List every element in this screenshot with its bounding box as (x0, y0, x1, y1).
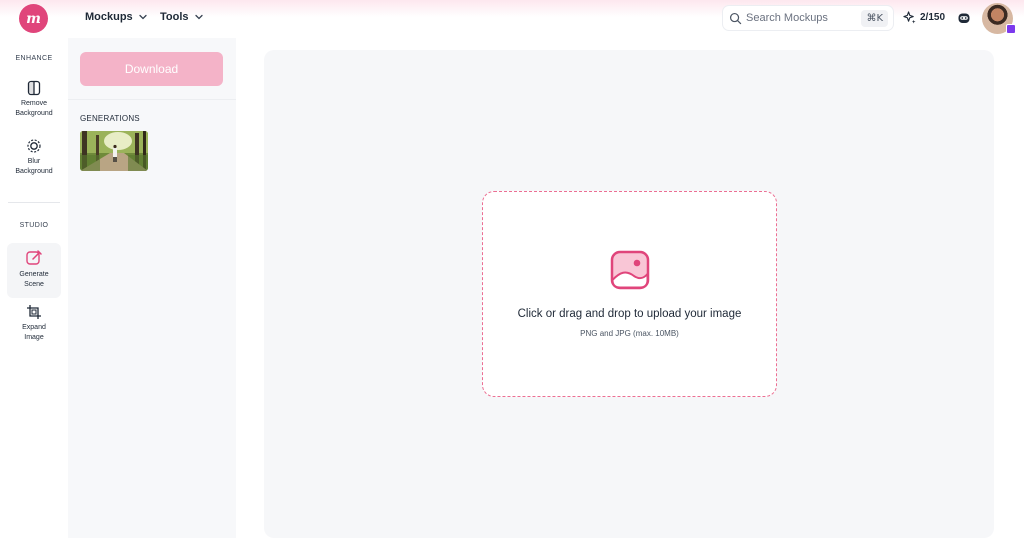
split-square-icon (27, 80, 41, 96)
generation-thumbnail[interactable] (80, 131, 148, 171)
search-input[interactable] (746, 12, 861, 24)
nav-mockups-menu[interactable]: Mockups (85, 11, 148, 23)
blur-circle-icon (27, 139, 41, 153)
crop-expand-icon (27, 305, 41, 319)
download-button[interactable]: Download (80, 52, 223, 86)
nav-tools-menu[interactable]: Tools (160, 11, 204, 23)
credits-counter[interactable]: 2/150 (903, 11, 945, 24)
park-scene-image (80, 131, 148, 171)
section-studio: STUDIO (19, 222, 49, 229)
rail-divider (8, 202, 60, 203)
chevron-down-icon (139, 14, 147, 20)
rail-item-label: Background (15, 110, 53, 117)
nav-mockups-label: Mockups (85, 11, 133, 23)
search-box[interactable]: ⌘K (722, 5, 894, 31)
rail-item-label: Scene (24, 281, 44, 288)
rail-item-label: Background (15, 168, 53, 175)
search-shortcut: ⌘K (861, 10, 888, 27)
robot-icon[interactable] (957, 11, 971, 25)
rail-item-remove-background[interactable]: Remove Background (7, 80, 61, 126)
top-bar: m Mockups Tools ⌘K 2/150 (0, 0, 1024, 38)
plan-badge (1006, 24, 1016, 34)
tools-rail: ENHANCE Remove Background Blur Backgroun… (0, 38, 68, 538)
image-upload-icon (610, 250, 650, 290)
upload-dropzone[interactable]: Click or drag and drop to upload your im… (482, 191, 777, 397)
right-edge (1017, 40, 1024, 538)
rail-item-label: Image (24, 334, 44, 341)
sparkle-icon (903, 11, 916, 24)
rail-item-blur-background[interactable]: Blur Background (7, 138, 61, 184)
generations-title: GENERATIONS (80, 114, 140, 123)
nav-tools-label: Tools (160, 11, 189, 23)
search-icon (729, 12, 742, 24)
section-enhance: ENHANCE (15, 55, 53, 62)
credits-label: 2/150 (920, 12, 946, 23)
upload-title: Click or drag and drop to upload your im… (517, 308, 742, 320)
upload-canvas: Click or drag and drop to upload your im… (264, 50, 994, 538)
chevron-down-icon (194, 14, 203, 20)
rail-item-expand-image[interactable]: Expand Image (7, 304, 61, 350)
rail-item-label: Blur (27, 158, 41, 165)
panel-divider (68, 99, 236, 100)
rail-item-label: Expand (22, 324, 46, 331)
rail-item-label: Generate (19, 271, 49, 278)
upload-subtitle: PNG and JPG (max. 10MB) (580, 329, 679, 338)
app-logo[interactable]: m (19, 4, 48, 33)
rail-item-label: Remove (20, 100, 48, 107)
generations-panel: Download GENERATIONS (68, 38, 236, 538)
user-avatar[interactable] (982, 3, 1016, 34)
rail-item-generate-scene[interactable]: Generate Scene (7, 243, 61, 298)
edit-square-icon (26, 250, 42, 265)
